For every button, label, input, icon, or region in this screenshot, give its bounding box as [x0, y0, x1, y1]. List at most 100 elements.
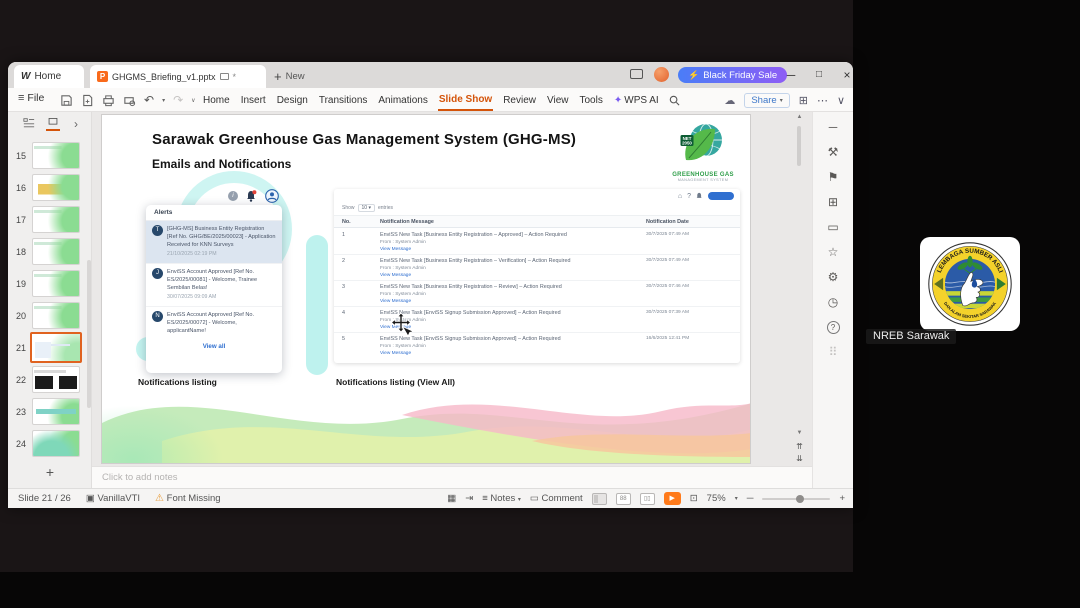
collapse-ribbon-icon[interactable]: ∨ [837, 94, 845, 107]
more-options-icon[interactable]: ⋯ [817, 94, 828, 107]
toolbar-help-icon[interactable]: ? [826, 321, 840, 334]
slide-canvas[interactable]: Sarawak Greenhouse Gas Management System… [101, 114, 751, 464]
grid-icon[interactable]: ▦ [447, 493, 456, 504]
print-preview-icon[interactable] [123, 94, 136, 107]
toolbar-history-icon[interactable]: ◷ [828, 296, 838, 309]
toolbar-favorites-icon[interactable]: ☆ [828, 246, 839, 259]
slide-thumb-21-selected[interactable]: 21 [8, 332, 92, 364]
entries-select: Show 10 ▾ entries [342, 204, 393, 212]
expand-panel-icon[interactable]: › [74, 117, 78, 131]
slide-thumb-16[interactable]: 16 [8, 174, 92, 204]
account-avatar[interactable] [654, 67, 669, 82]
restore-button[interactable]: □ [808, 65, 830, 85]
thumbnail-view-icon[interactable] [46, 117, 60, 131]
zoom-in-button[interactable]: + [839, 493, 845, 504]
promo-label: Black Friday Sale [703, 69, 778, 81]
lightning-icon: ⚡ [688, 69, 700, 80]
cloud-sync-icon[interactable]: ☁ [724, 94, 735, 107]
zoom-slider-knob[interactable] [796, 494, 805, 503]
toolbar-more-icon[interactable]: ⠿ [829, 346, 838, 359]
logo-tagline: MANAGEMENT SYSTEM [677, 178, 729, 182]
file-menu[interactable]: ≡ File [18, 92, 44, 104]
menu-review[interactable]: Review [502, 91, 537, 110]
bell-icon [247, 190, 257, 202]
slide-thumb-18[interactable]: 18 [8, 238, 92, 268]
outline-view-icon[interactable] [22, 117, 36, 131]
toolbar-settings-icon[interactable]: ⚙ [828, 271, 839, 284]
toolbar-collapse-icon[interactable]: ─ [829, 121, 838, 134]
menu-slide-show[interactable]: Slide Show [437, 90, 494, 111]
alert-avatar: N [152, 310, 163, 322]
slide-thumb-22[interactable]: 22 [8, 366, 92, 396]
goto-icon[interactable]: ⇥ [465, 493, 473, 504]
toolbar-shapes-icon[interactable]: ⊞ [828, 196, 838, 209]
menu-tools[interactable]: Tools [579, 91, 604, 110]
fit-slide-icon[interactable]: ⊡ [690, 493, 698, 504]
minimize-button[interactable]: ─ [780, 65, 802, 85]
participant-tile[interactable]: LEMBAGA SUMBER ASLI DAN ALAM SEKITAR SAR… [920, 237, 1020, 331]
zoom-slider[interactable] [762, 494, 831, 503]
scroll-up-icon[interactable]: ▲ [794, 114, 805, 120]
toolbar-theme-icon[interactable]: ⚑ [828, 171, 839, 184]
tab-document[interactable]: P GHGMS_Briefing_v1.pptx * [90, 65, 266, 88]
toolbar-tools-icon[interactable]: ⚒ [828, 146, 839, 159]
menu-view[interactable]: View [546, 91, 570, 110]
slide-thumb-17[interactable]: 17 [8, 206, 92, 236]
menu-home[interactable]: Home [202, 91, 231, 110]
share-button[interactable]: Share ▾ [744, 92, 790, 108]
scroll-down-icon[interactable]: ▼ [794, 430, 805, 436]
add-slide-button[interactable]: + [8, 464, 92, 480]
menu-insert[interactable]: Insert [240, 91, 267, 110]
search-icon[interactable] [669, 95, 680, 106]
view-reading-button[interactable]: ▯▯ [639, 492, 655, 505]
slide-subtitle[interactable]: Emails and Notifications [152, 157, 291, 171]
toolbar-comment-icon[interactable]: ▭ [827, 221, 838, 234]
redo-icon[interactable]: ↷ [173, 93, 183, 107]
zoom-caret-icon[interactable]: ▾ [735, 495, 738, 502]
prev-slide-button[interactable]: ⇈ [794, 442, 805, 451]
menu-transitions[interactable]: Transitions [318, 91, 369, 110]
print-icon[interactable] [102, 94, 115, 107]
notes-button[interactable]: ≡ Notes ▾ [482, 493, 521, 504]
undo-icon[interactable]: ↶ [144, 93, 154, 107]
bell-icon [696, 192, 702, 198]
zoom-out-button[interactable]: ─ [747, 493, 754, 504]
zoom-level[interactable]: 75% [707, 493, 726, 504]
view-sorter-button[interactable]: 88 [615, 492, 631, 505]
theme-button[interactable]: ▣ VanillaVTI [86, 493, 140, 504]
ghg-ms-logo[interactable]: NET 2050 GREENHOUSE GAS MANAGEMENT SYSTE… [670, 119, 736, 182]
slide-thumb-20[interactable]: 20 [8, 302, 92, 332]
menu-wps-ai[interactable]: ✦ WPS AI [613, 91, 660, 110]
menu-design[interactable]: Design [276, 91, 309, 110]
panel-scrollbar[interactable] [87, 260, 91, 408]
close-button[interactable]: × [836, 65, 858, 85]
view-normal-button[interactable] [591, 492, 607, 505]
editor-scrollbar[interactable]: ▲ ▼ ⇈ ⇊ [794, 112, 805, 466]
undo-caret-icon[interactable]: ▾ [162, 97, 165, 104]
slide-thumb-15[interactable]: 15 [8, 142, 92, 172]
thumbnail [32, 206, 80, 233]
save-icon[interactable] [60, 94, 73, 107]
scrollbar-thumb[interactable] [797, 126, 801, 166]
slide-thumb-24[interactable]: 24 [8, 430, 92, 460]
slide-thumb-23[interactable]: 23 [8, 398, 92, 428]
font-missing-warning[interactable]: ⚠ Font Missing [155, 493, 220, 504]
slide-thumb-19[interactable]: 19 [8, 270, 92, 300]
thumbnail [32, 398, 80, 425]
menu-animations[interactable]: Animations [377, 91, 428, 110]
comment-button[interactable]: ▭ Comment [530, 493, 583, 504]
slide-title[interactable]: Sarawak Greenhouse Gas Management System… [152, 131, 576, 148]
tab-home[interactable]: W Home [14, 65, 84, 88]
new-tab-button[interactable]: + New [274, 65, 305, 88]
quickbar-collapse-icon[interactable]: ∨ [191, 97, 195, 104]
export-icon[interactable] [81, 94, 94, 107]
thumbnail [32, 302, 80, 329]
slideshow-play-button[interactable]: ▶ [663, 492, 681, 505]
task-pane-icon[interactable]: ⊞ [799, 94, 808, 107]
promo-button[interactable]: ⚡ Black Friday Sale [678, 67, 788, 83]
next-slide-button[interactable]: ⇊ [794, 454, 805, 463]
screen-mode-icon[interactable] [630, 69, 643, 79]
notes-bar[interactable]: Click to add notes [92, 466, 812, 488]
col-no: No. [342, 219, 351, 225]
share-label: Share [751, 94, 777, 106]
